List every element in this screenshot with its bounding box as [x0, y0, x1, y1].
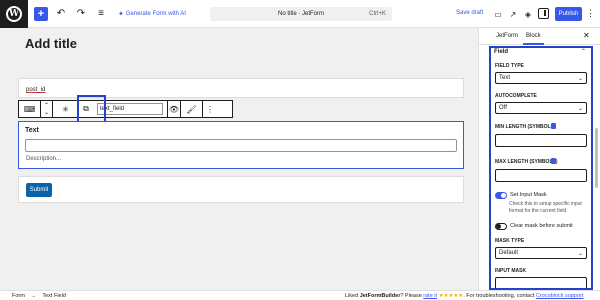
autocomplete-value: Off: [499, 105, 507, 111]
max-length-input[interactable]: [495, 169, 587, 182]
rate-link[interactable]: rate it: [423, 293, 437, 299]
tab-block[interactable]: Block: [523, 33, 544, 45]
submit-button[interactable]: Submit: [26, 183, 52, 197]
jetform-icon[interactable]: ◈: [522, 8, 534, 20]
close-icon[interactable]: ✕: [583, 31, 590, 40]
post-title[interactable]: Add title: [25, 36, 77, 51]
sparkle-icon: ✦: [118, 10, 124, 18]
field-label: Text: [25, 127, 39, 134]
settings-sidebar: JetForm Block ✕ Field ⌃ FIELD TYPE Text …: [478, 28, 600, 290]
min-length-label: MIN LENGTH (SYMBOLS): [495, 124, 556, 130]
generate-form-ai-button[interactable]: ✦ Generate Form with AI: [118, 10, 186, 18]
liked-mid: ? Please: [400, 293, 424, 299]
breadcrumb-text-field[interactable]: Text Field: [42, 293, 66, 299]
options-menu-icon[interactable]: ⋮: [586, 8, 595, 19]
toggle-knob: [501, 193, 506, 198]
set-input-mask-help: Check this to setup specific input forma…: [509, 201, 582, 214]
database-icon[interactable]: [551, 158, 556, 164]
block-options-icon[interactable]: ⋮: [203, 101, 217, 117]
document-title: No title · JetForm: [277, 11, 324, 17]
document-overview-button[interactable]: ≡: [94, 7, 108, 21]
support-link[interactable]: Crocoblock support: [536, 293, 583, 299]
field-settings-panel: Field ⌃ FIELD TYPE Text ⌄ AUTOCOMPLETE O…: [489, 46, 593, 290]
view-post-icon[interactable]: ↗: [507, 8, 519, 20]
sidebar-scrollbar[interactable]: [595, 128, 598, 188]
editor-canvas: Add title post_id ⌨ ⌃ ⌄ ✳ ⧉ text_field 👁 …: [0, 28, 478, 290]
command-shortcut: Ctrl+K: [369, 11, 386, 17]
panel-title[interactable]: Field: [494, 49, 508, 55]
visibility-eye-icon[interactable]: 👁: [167, 101, 181, 117]
mask-type-value: Default: [499, 250, 519, 256]
text-field-block[interactable]: Text Description...: [18, 121, 464, 169]
breadcrumb-separator: →: [30, 292, 37, 299]
field-name-input[interactable]: text_field: [97, 103, 163, 115]
toggle-knob: [496, 224, 501, 229]
wordpress-logo-button[interactable]: W: [0, 0, 28, 28]
post-id-label: post_id: [26, 87, 46, 93]
text-input-preview[interactable]: [25, 139, 457, 152]
chevron-up-icon[interactable]: ⌃: [581, 48, 586, 55]
min-length-input[interactable]: [495, 134, 587, 147]
mask-type-select[interactable]: Default ⌄: [495, 247, 587, 259]
clear-mask-label: Clear mask before submit: [510, 223, 573, 229]
set-input-mask-toggle[interactable]: [495, 192, 507, 199]
clear-mask-toggle[interactable]: [495, 223, 507, 230]
block-type-icon[interactable]: ⌨: [19, 101, 41, 117]
max-length-label: MAX LENGTH (SYMBOLS): [495, 159, 558, 165]
autocomplete-label: AUTOCOMPLETE: [495, 93, 537, 99]
tab-jetform[interactable]: JetForm: [496, 33, 518, 39]
field-description: Description...: [26, 156, 62, 162]
liked-prefix: Liked: [345, 293, 360, 299]
required-asterisk-icon[interactable]: ✳: [53, 101, 79, 117]
field-type-value: Text: [499, 75, 511, 81]
form-blocks: post_id ⌨ ⌃ ⌄ ✳ ⧉ text_field 👁 🖌 ⋮ Text D…: [18, 78, 464, 228]
move-block-icon[interactable]: ⌃ ⌄: [41, 101, 53, 117]
autocomplete-select[interactable]: Off ⌄: [495, 102, 587, 114]
footer-bar: Form → Text Field Liked JetFormBuilder? …: [0, 290, 600, 300]
set-input-mask-label: Set Input Mask: [510, 192, 547, 198]
mask-type-label: MASK TYPE: [495, 238, 525, 244]
generate-form-label: Generate Form with AI: [125, 10, 186, 17]
undo-button[interactable]: ↶: [54, 7, 68, 21]
save-draft-button[interactable]: Save draft: [456, 10, 483, 16]
settings-sidebar-icon[interactable]: [538, 8, 549, 19]
rating-stars[interactable]: ★★★★★: [439, 293, 464, 299]
add-block-button[interactable]: +: [34, 6, 48, 21]
chevron-down-icon: ⌄: [577, 105, 583, 112]
troubleshoot-text: . For troubleshooting, contact: [463, 293, 536, 299]
submit-block: Submit: [18, 176, 464, 203]
publish-button[interactable]: Publish: [555, 7, 582, 21]
input-mask-input[interactable]: [495, 277, 587, 288]
liked-product: JetFormBuilder: [359, 293, 401, 299]
chevron-down-icon: ⌄: [577, 250, 583, 257]
redo-button[interactable]: ↷: [74, 7, 88, 21]
block-toolbar: ⌨ ⌃ ⌄ ✳ ⧉ text_field 👁 🖌 ⋮: [18, 100, 233, 118]
field-type-select[interactable]: Text ⌄: [495, 72, 587, 84]
chevron-down-icon: ⌄: [577, 75, 583, 82]
field-type-label: FIELD TYPE: [495, 63, 524, 69]
wordpress-icon: W: [6, 5, 22, 22]
breadcrumb-form[interactable]: Form: [12, 293, 25, 299]
preview-icon[interactable]: ▭: [492, 8, 504, 20]
database-icon[interactable]: [551, 123, 556, 129]
style-brush-icon[interactable]: 🖌: [181, 101, 203, 117]
footer-rating-text: Liked JetFormBuilder? Please rate it ★★★…: [345, 293, 583, 299]
input-mask-label: INPUT MASK: [495, 268, 527, 274]
sidebar-tabs: JetForm Block ✕: [479, 28, 600, 45]
document-bar[interactable]: No title · JetForm Ctrl+K: [210, 7, 392, 21]
